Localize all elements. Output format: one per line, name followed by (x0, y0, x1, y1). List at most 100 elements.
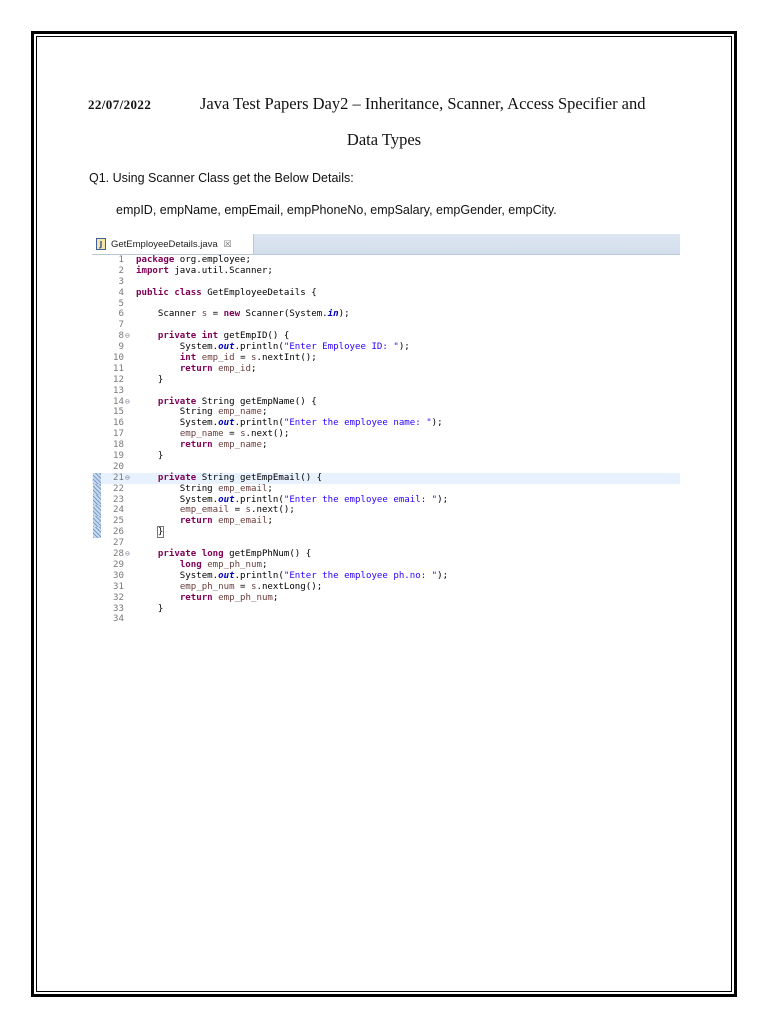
code-line: 12 } (92, 375, 680, 386)
code-token: } (136, 603, 164, 614)
code-text: return emp_ph_num; (136, 592, 279, 604)
line-number: 30 (113, 570, 124, 581)
code-token: String (136, 407, 219, 418)
close-icon[interactable]: ☒ (224, 239, 232, 250)
code-token: emp_ph_num (179, 581, 235, 592)
code-line: 6 Scanner s = new Scanner(System.in); (92, 309, 680, 320)
code-line: 18 return emp_name; (92, 440, 680, 451)
code-token: out (218, 494, 235, 505)
code-token: private (157, 331, 197, 342)
code-text: System.out.println("Enter the employee p… (136, 571, 448, 582)
code-token: .println( (234, 494, 284, 505)
code-token: System. (136, 494, 219, 505)
code-line: 19 } (92, 451, 680, 462)
editor-tab[interactable]: J GetEmployeeDetails.java ☒ (92, 234, 254, 254)
question-text: Q1. Using Scanner Class get the Below De… (89, 171, 354, 185)
code-line: 14 ⊖ private String getEmpName() { (92, 397, 680, 408)
code-token: System. (136, 418, 219, 429)
code-line: 22 String emp_email; (92, 483, 680, 495)
code-line: 11 return emp_id; (92, 364, 680, 375)
code-token: = (234, 353, 252, 364)
code-token: emp_ph_num (207, 559, 262, 570)
code-token: class (174, 287, 202, 298)
line-number: 29 (113, 559, 124, 570)
code-token: .println( (234, 418, 284, 429)
code-line: 34 (92, 614, 680, 625)
line-number: 7 (118, 320, 124, 331)
code-token: int (201, 331, 219, 342)
code-text: } (136, 526, 165, 539)
line-number: 16 (113, 418, 124, 429)
code-token: emp_ph_num (218, 592, 273, 603)
line-number: 2 (118, 265, 124, 276)
code-token: GetEmployeeDetails { (201, 287, 317, 298)
line-number: 13 (113, 385, 124, 396)
code-token: private (157, 396, 197, 407)
code-token: emp_name (218, 407, 262, 418)
fold-icon[interactable]: ⊖ (125, 549, 130, 560)
code-token: int (179, 353, 197, 364)
line-number: 31 (113, 581, 124, 592)
code-area[interactable]: 1 package org.employee; 2 import java.util.… (92, 255, 680, 706)
code-token: new (223, 309, 241, 320)
code-text: String emp_name; (136, 407, 268, 418)
fold-icon[interactable]: ⊖ (125, 473, 130, 484)
code-token: out (218, 418, 235, 429)
code-line: 21 ⊖ private String getEmpEmail() { (92, 472, 680, 484)
code-token: ; (261, 559, 268, 570)
code-line: 7 (92, 320, 680, 331)
code-line: 32 return emp_ph_num; (92, 593, 680, 604)
code-token: out (218, 570, 235, 581)
code-token: .println( (234, 342, 284, 353)
java-file-icon: J (96, 238, 106, 250)
code-line: 27 (92, 538, 680, 549)
code-token: long (179, 559, 202, 570)
code-line: 15 String emp_name; (92, 407, 680, 418)
code-token: getEmpID() { (218, 331, 290, 342)
line-number: 11 (113, 363, 124, 374)
code-token: "Enter Employee ID: " (283, 342, 399, 353)
code-token: java.util.Scanner; (168, 265, 273, 276)
code-token: emp_email (179, 505, 230, 516)
line-number: 27 (113, 538, 124, 549)
code-token: emp_email (218, 516, 268, 527)
line-number: 22 (113, 483, 124, 494)
code-line: 28 ⊖ private long getEmpPhNum() { (92, 549, 680, 560)
code-token: ); (338, 309, 350, 320)
line-number: 33 (113, 603, 124, 614)
editor-tab-label: GetEmployeeDetails.java (111, 238, 218, 250)
code-text: return emp_id; (136, 364, 257, 375)
line-number: 19 (113, 451, 124, 462)
code-text: private int getEmpID() { (136, 331, 289, 342)
code-text: emp_email = s.next(); (136, 505, 295, 516)
code-token: ); (437, 570, 449, 581)
code-token: ; (261, 407, 268, 418)
code-token: ; (251, 363, 257, 374)
code-text: } (136, 604, 163, 615)
code-token: String getEmpName() { (196, 396, 317, 407)
code-token: ); (398, 342, 410, 353)
code-token: = (234, 581, 251, 592)
code-token: Scanner(System. (240, 309, 328, 320)
code-token: .nextInt(); (256, 353, 317, 364)
code-text: public class GetEmployeeDetails { (136, 288, 317, 299)
heading-date: 22/07/2022 (88, 97, 152, 112)
code-token: ; (267, 516, 273, 527)
line-number: 21 (113, 472, 124, 483)
line-number: 15 (113, 407, 124, 418)
fold-icon[interactable]: ⊖ (125, 397, 130, 408)
fold-icon[interactable]: ⊖ (125, 331, 130, 342)
code-token: ); (437, 494, 449, 505)
line-number: 20 (113, 461, 124, 472)
line-number: 17 (113, 429, 124, 440)
line-number: 34 (113, 614, 124, 625)
code-line: 9 System.out.println("Enter Employee ID:… (92, 342, 680, 353)
line-number: 10 (113, 353, 124, 364)
